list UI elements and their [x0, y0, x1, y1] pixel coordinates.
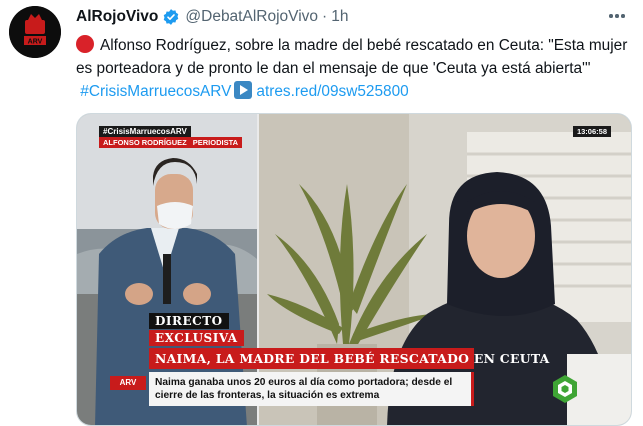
display-name[interactable]: AlRojoVivo: [76, 8, 158, 26]
svg-text:ARV: ARV: [28, 39, 43, 46]
face-mask: [157, 202, 193, 229]
headline-banner: NAIMA, LA MADRE DEL BEBÉ RESCATADO EN CE…: [149, 348, 549, 369]
lasexta-logo-icon: [553, 375, 577, 403]
url-link[interactable]: atres.red/09sw525800: [256, 83, 408, 100]
red-circle-emoji-icon: [76, 35, 94, 53]
hashtag-link[interactable]: #CrisisMarruecosARV: [80, 83, 231, 100]
tweet-card[interactable]: ARV AlRojoVivo @DebatAlRojoVivo · 1h Alf…: [0, 0, 643, 426]
tweet-text: Alfonso Rodríguez, sobre la madre del be…: [76, 34, 628, 103]
avatar[interactable]: ARV: [9, 6, 61, 58]
separator-dot: ·: [322, 8, 328, 25]
hashtag-overlay: #CrisisMarruecosARV: [99, 126, 191, 137]
exclusive-label: EXCLUSIVA: [149, 330, 244, 346]
channel-logo: ARV: [110, 376, 146, 390]
reporter-caption: ALFONSO RODRÍGUEZ PERIODISTA: [99, 137, 243, 148]
more-options-icon[interactable]: [605, 7, 629, 25]
timestamp[interactable]: 1h: [331, 8, 348, 26]
live-label: DIRECTO: [149, 313, 229, 329]
tweet-body: Alfonso Rodríguez, sobre la madre del be…: [76, 37, 628, 77]
verified-badge-icon: [164, 9, 179, 25]
broadcast-clock: 13:06:58: [572, 126, 611, 137]
reporter-name: ALFONSO RODRÍGUEZ: [103, 138, 187, 147]
avatar-logo-icon: ARV: [9, 6, 61, 58]
play-button-emoji-icon: [234, 81, 253, 99]
tweet-header: AlRojoVivo @DebatAlRojoVivo · 1h: [76, 6, 348, 28]
media-video[interactable]: #CrisisMarruecosARV ALFONSO RODRÍGUEZ PER…: [76, 113, 632, 426]
reporter-role: PERIODISTA: [192, 138, 239, 147]
handle[interactable]: @DebatAlRojoVivo: [185, 8, 318, 26]
subtitle-banner: Naima ganaba unos 20 euros al día como p…: [149, 372, 474, 406]
